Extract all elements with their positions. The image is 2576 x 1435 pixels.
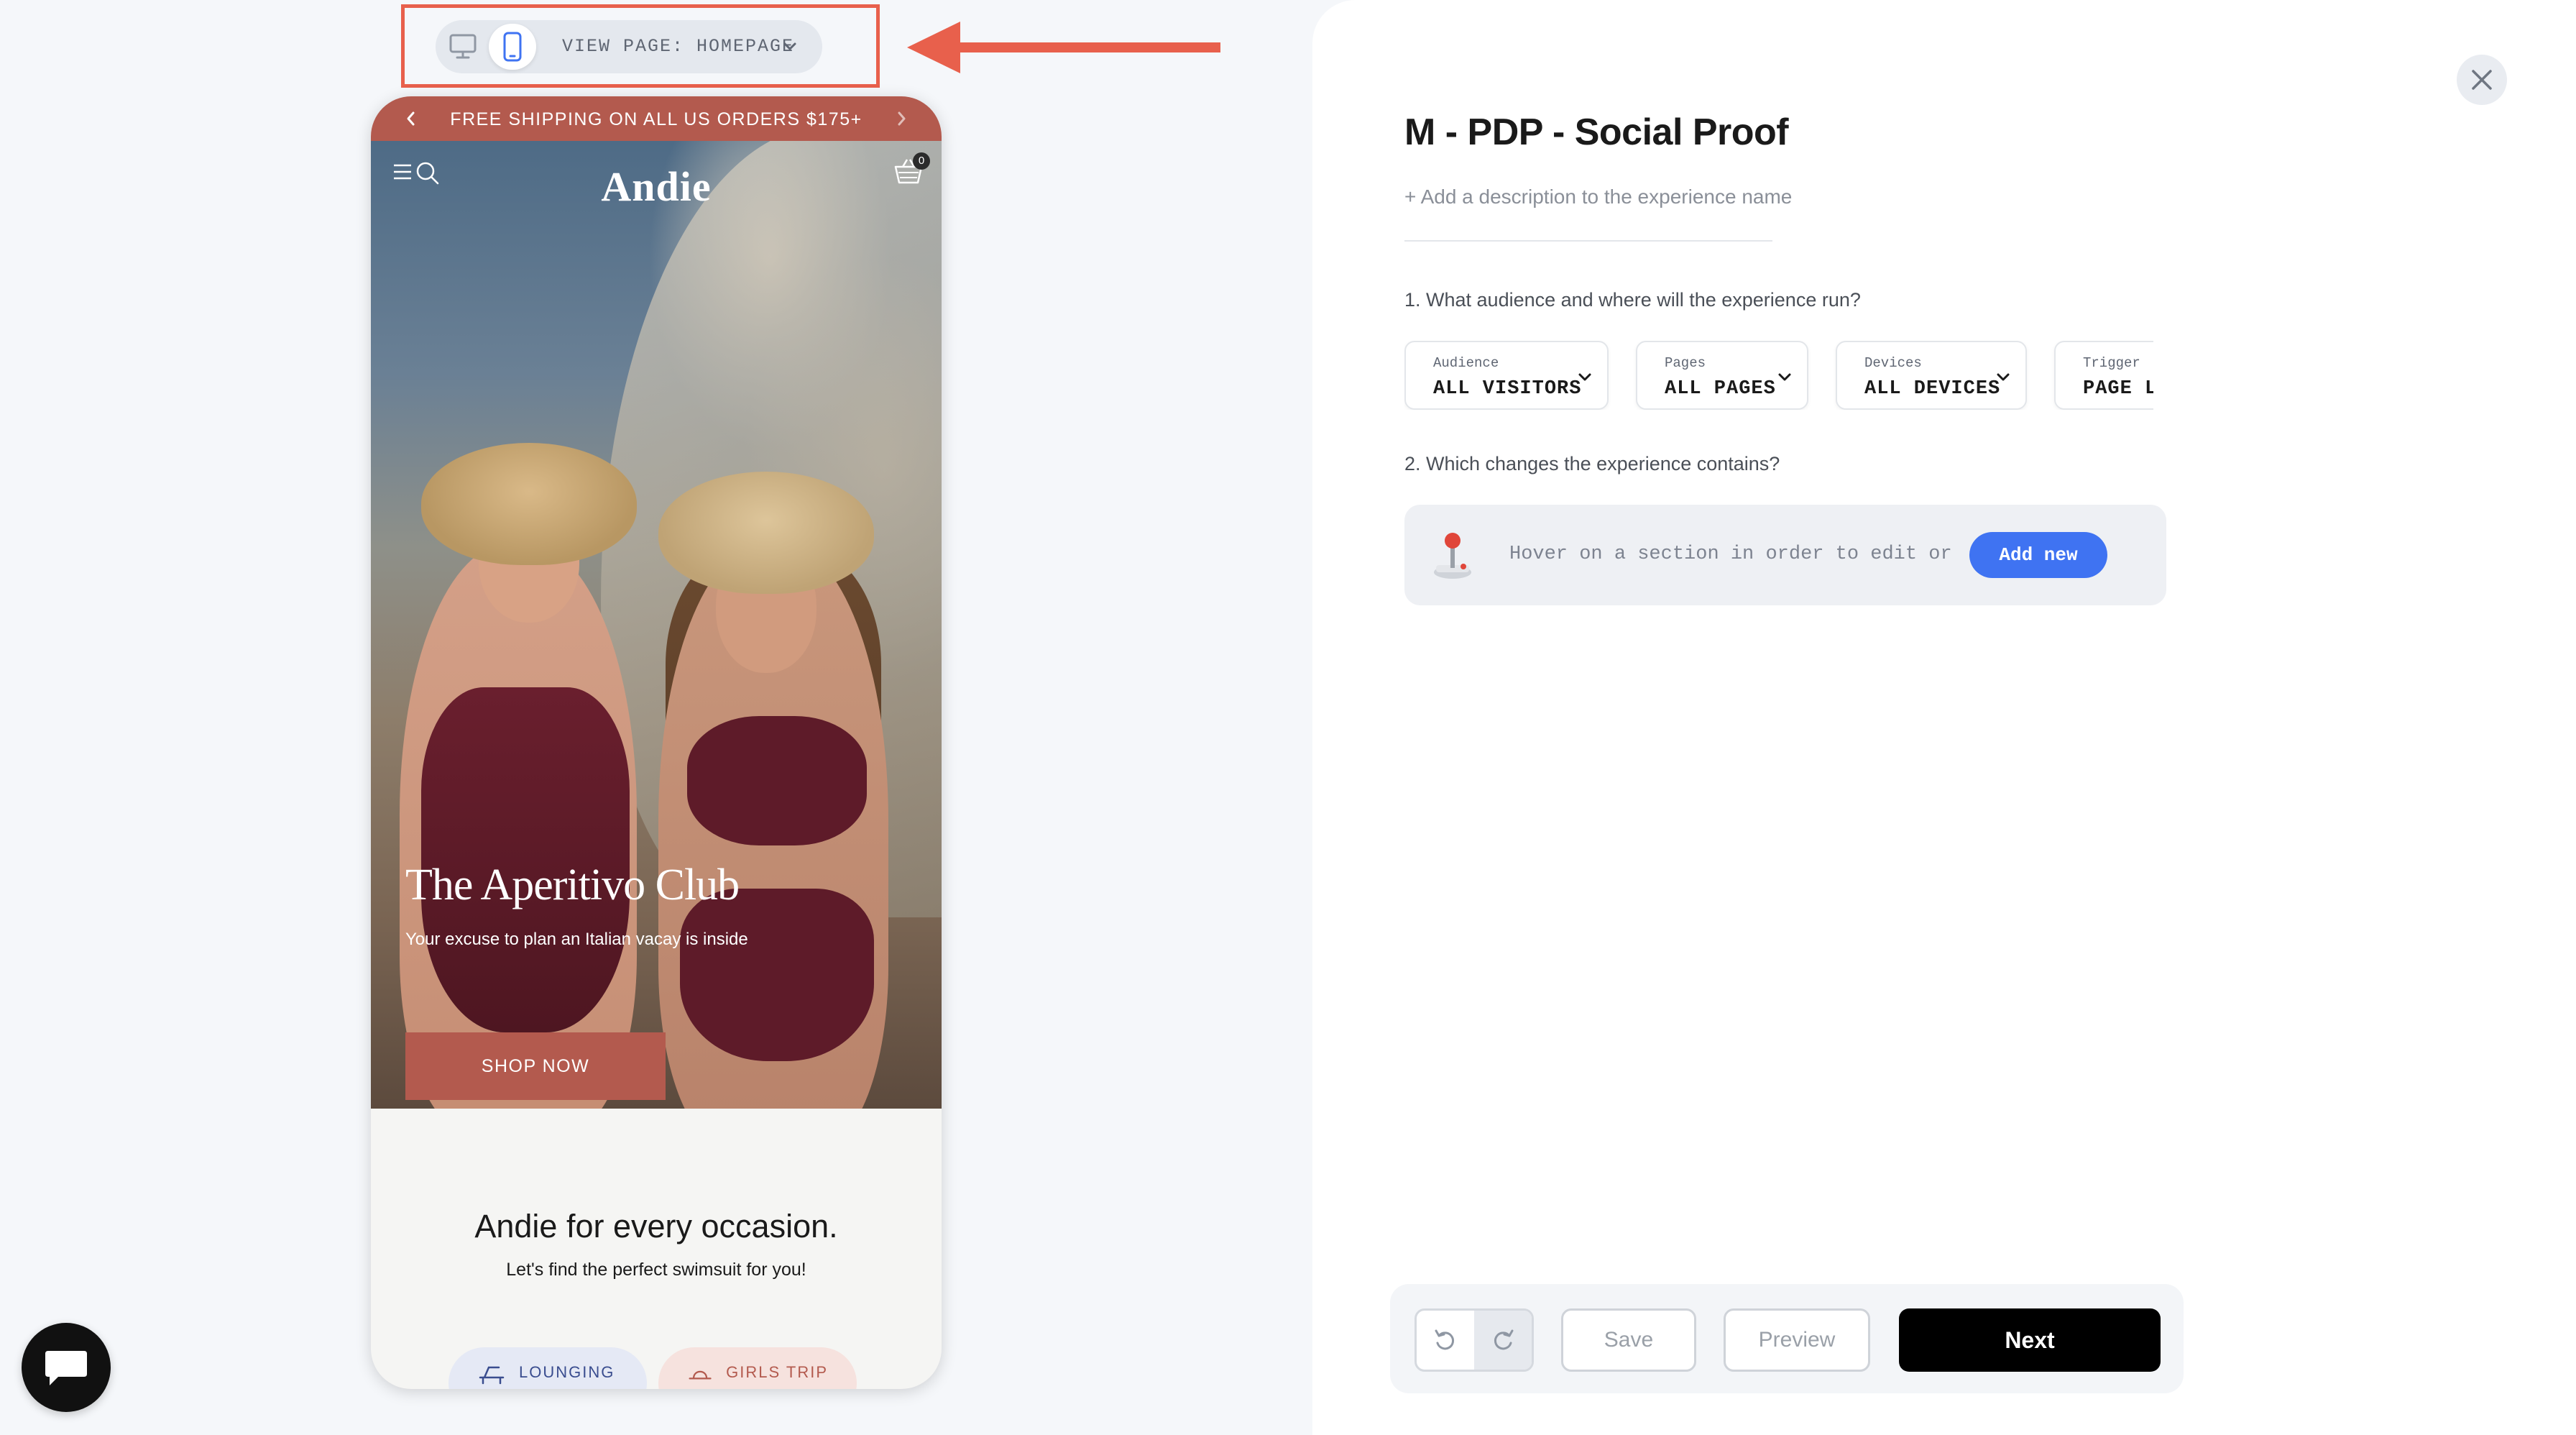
undo-button[interactable]	[1417, 1311, 1474, 1370]
cart-button[interactable]: 0	[893, 152, 930, 189]
chat-bubble-icon	[45, 1351, 87, 1385]
action-bar: Save Preview Next	[1390, 1284, 2184, 1393]
devices-dropdown[interactable]: Devices ALL DEVICES	[1836, 341, 2027, 410]
promo-text: FREE SHIPPING ON ALL US ORDERS $175+	[450, 109, 862, 129]
add-new-button[interactable]: Add new	[1969, 532, 2107, 578]
mobile-site-preview[interactable]: FREE SHIPPING ON ALL US ORDERS $175+ And…	[371, 96, 942, 1389]
add-description-link[interactable]: + Add a description to the experience na…	[1404, 185, 1792, 208]
hero-hat-left	[421, 443, 637, 565]
chevron-down-icon	[1578, 373, 1591, 381]
chevron-down-icon	[1997, 373, 2010, 381]
changes-hint: Hover on a section in order to edit or	[1509, 544, 1952, 565]
hero-swimsuit-top-right	[687, 716, 867, 845]
experience-editor-panel: M - PDP - Social Proof + Add a descripti…	[1312, 0, 2576, 1435]
desktop-view-button[interactable]	[443, 27, 483, 67]
occasion-subtitle: Let's find the perfect swimsuit for you!	[506, 1260, 806, 1280]
preview-pane: VIEW PAGE: HOMEPAGE FREE SHIPPING ON ALL…	[0, 0, 1337, 1435]
dropdown-value: ALL VISITORS	[1433, 378, 1582, 400]
dropdown-label: Trigger	[2083, 355, 2140, 371]
close-icon	[2472, 70, 2492, 90]
redo-icon	[1494, 1329, 1514, 1350]
chevron-down-icon[interactable]	[779, 36, 801, 58]
chevron-right-icon[interactable]	[893, 109, 910, 128]
shop-now-button[interactable]: SHOP NOW	[405, 1032, 666, 1100]
targeting-row: Audience ALL VISITORS Pages ALL PAGES De…	[1404, 341, 2153, 410]
category-label: LOUNGING	[519, 1363, 615, 1381]
dropdown-label: Audience	[1433, 355, 1499, 371]
changes-box: Hover on a section in order to edit or A…	[1404, 505, 2166, 605]
category-girls-trip[interactable]: GIRLS TRIP	[658, 1347, 857, 1389]
next-button[interactable]: Next	[1899, 1308, 2161, 1372]
dropdown-label: Devices	[1864, 355, 1922, 371]
description-underline	[1404, 240, 1772, 242]
hero-hat-right	[658, 472, 874, 594]
promo-bar: FREE SHIPPING ON ALL US ORDERS $175+	[371, 96, 942, 141]
joystick-icon	[1434, 533, 1471, 579]
view-toggle: VIEW PAGE: HOMEPAGE	[436, 20, 822, 73]
chat-launcher-button[interactable]	[22, 1323, 111, 1412]
mobile-view-button[interactable]	[489, 24, 536, 70]
pages-dropdown[interactable]: Pages ALL PAGES	[1636, 341, 1808, 410]
lounge-chair-icon	[479, 1366, 505, 1385]
hero-title: The Aperitivo Club	[405, 861, 740, 909]
category-label: GIRLS TRIP	[726, 1363, 828, 1381]
site-logo[interactable]: Andie	[371, 162, 942, 211]
category-lounging[interactable]: LOUNGING	[448, 1347, 647, 1389]
pointer-arrow-icon	[907, 22, 1220, 73]
hero-subtitle: Your excuse to plan an Italian vacay is …	[405, 930, 748, 949]
changes-question: 2. Which changes the experience contains…	[1404, 453, 1780, 474]
mobile-icon	[503, 32, 522, 62]
dropdown-value: ALL DEVICES	[1864, 378, 2001, 400]
view-page-label[interactable]: VIEW PAGE: HOMEPAGE	[562, 36, 794, 57]
dropdown-value: ALL PAGES	[1665, 378, 1776, 400]
chevron-down-icon	[1778, 373, 1791, 381]
cart-count-badge: 0	[913, 152, 930, 170]
undo-icon	[1435, 1329, 1455, 1350]
experience-title[interactable]: M - PDP - Social Proof	[1404, 111, 1789, 154]
hero-swimsuit-bottom-right	[680, 889, 874, 1061]
audience-question: 1. What audience and where will the expe…	[1404, 289, 1861, 311]
audience-dropdown[interactable]: Audience ALL VISITORS	[1404, 341, 1609, 410]
dropdown-label: Pages	[1665, 355, 1706, 371]
occasion-title: Andie for every occasion.	[474, 1208, 838, 1244]
hat-icon	[689, 1370, 712, 1380]
desktop-icon	[449, 34, 477, 59]
trigger-dropdown[interactable]: Trigger PAGE LOAD	[2054, 341, 2153, 410]
close-button[interactable]	[2457, 55, 2507, 105]
undo-redo-group	[1414, 1308, 1534, 1372]
hero-banner[interactable]: Andie 0 The Aperitivo Club Your excuse t…	[371, 141, 942, 1109]
redo-button[interactable]	[1474, 1311, 1532, 1370]
save-button[interactable]: Save	[1561, 1308, 1696, 1372]
preview-button[interactable]: Preview	[1724, 1308, 1870, 1372]
dropdown-value: PAGE LOAD	[2083, 378, 2153, 400]
